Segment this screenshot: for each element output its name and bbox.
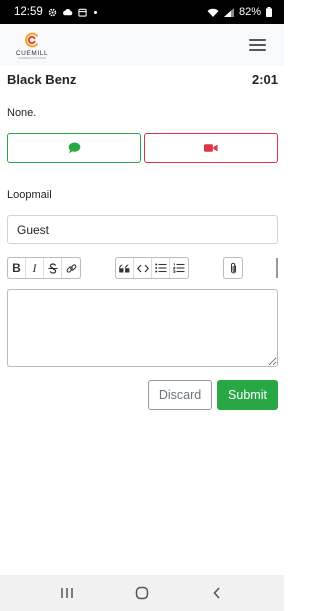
- video-camera-icon: [204, 144, 218, 152]
- calendar-icon: [78, 8, 87, 17]
- status-right: 82%: [207, 6, 272, 18]
- logo-mark-icon: [25, 32, 39, 47]
- message-editor[interactable]: [7, 289, 278, 367]
- bold-icon: B: [12, 261, 21, 275]
- conversation-header: Black Benz 2:01: [7, 72, 278, 87]
- recent-apps-button[interactable]: [52, 578, 82, 608]
- discard-button[interactable]: Discard: [148, 380, 212, 410]
- video-button[interactable]: [144, 133, 278, 163]
- block-group: [115, 257, 189, 279]
- back-button[interactable]: [202, 578, 232, 608]
- call-timer: 2:01: [251, 72, 278, 87]
- conversation-status: None.: [7, 107, 37, 119]
- strikethrough-icon: [48, 262, 57, 274]
- link-button[interactable]: [62, 258, 80, 278]
- status-left: 12:59: [14, 6, 97, 18]
- status-time: 12:59: [14, 6, 43, 18]
- bold-button[interactable]: B: [8, 258, 26, 278]
- conversation-title: Black Benz: [7, 72, 77, 87]
- chat-button[interactable]: [7, 133, 141, 163]
- home-icon: [135, 586, 149, 600]
- action-buttons: [7, 133, 278, 163]
- editor-toolbar: B I: [7, 257, 278, 279]
- attach-button[interactable]: [224, 258, 242, 278]
- italic-icon: I: [32, 260, 37, 275]
- back-chevron-icon: [213, 587, 220, 599]
- attach-group: [223, 257, 243, 279]
- battery-icon: [266, 7, 272, 17]
- code-button[interactable]: [134, 258, 152, 278]
- gear-icon: [48, 8, 57, 16]
- quote-icon: [119, 263, 130, 272]
- wifi-icon: [207, 8, 219, 17]
- link-icon: [66, 263, 76, 273]
- format-group: B I: [7, 257, 81, 279]
- hamburger-line: [249, 39, 266, 41]
- numbered-list-button[interactable]: [170, 258, 188, 278]
- paperclip-icon: [230, 262, 236, 273]
- battery-percent: 82%: [238, 6, 261, 18]
- quote-button[interactable]: [116, 258, 134, 278]
- name-input[interactable]: [7, 215, 278, 244]
- chat-bubble-icon: [68, 142, 80, 154]
- signal-icon: [223, 7, 234, 17]
- italic-button[interactable]: I: [26, 258, 44, 278]
- status-bar: 12:59 82%: [0, 0, 284, 24]
- numbered-list-icon: [173, 263, 185, 273]
- bullet-list-button[interactable]: [152, 258, 170, 278]
- recent-apps-icon: [61, 588, 74, 598]
- logo-subtitle: COMMUNICATIONS: [18, 56, 46, 60]
- hamburger-line: [249, 49, 266, 51]
- home-button[interactable]: [127, 578, 157, 608]
- submit-button[interactable]: Submit: [217, 380, 278, 410]
- toolbar-divider: [276, 258, 278, 278]
- cloud-icon: [62, 8, 73, 16]
- hamburger-menu-icon[interactable]: [249, 39, 266, 51]
- code-icon: [136, 264, 149, 272]
- hamburger-line: [249, 44, 266, 46]
- app-header: CUEMILL COMMUNICATIONS: [0, 24, 284, 66]
- logo-name: CUEMILL: [15, 49, 49, 57]
- strikethrough-button[interactable]: [44, 258, 62, 278]
- logo[interactable]: CUEMILL COMMUNICATIONS: [14, 31, 50, 60]
- section-label: Loopmail: [7, 189, 52, 201]
- system-nav-bar: [0, 575, 284, 611]
- notification-dot-icon: [93, 10, 97, 14]
- bullet-list-icon: [154, 263, 166, 273]
